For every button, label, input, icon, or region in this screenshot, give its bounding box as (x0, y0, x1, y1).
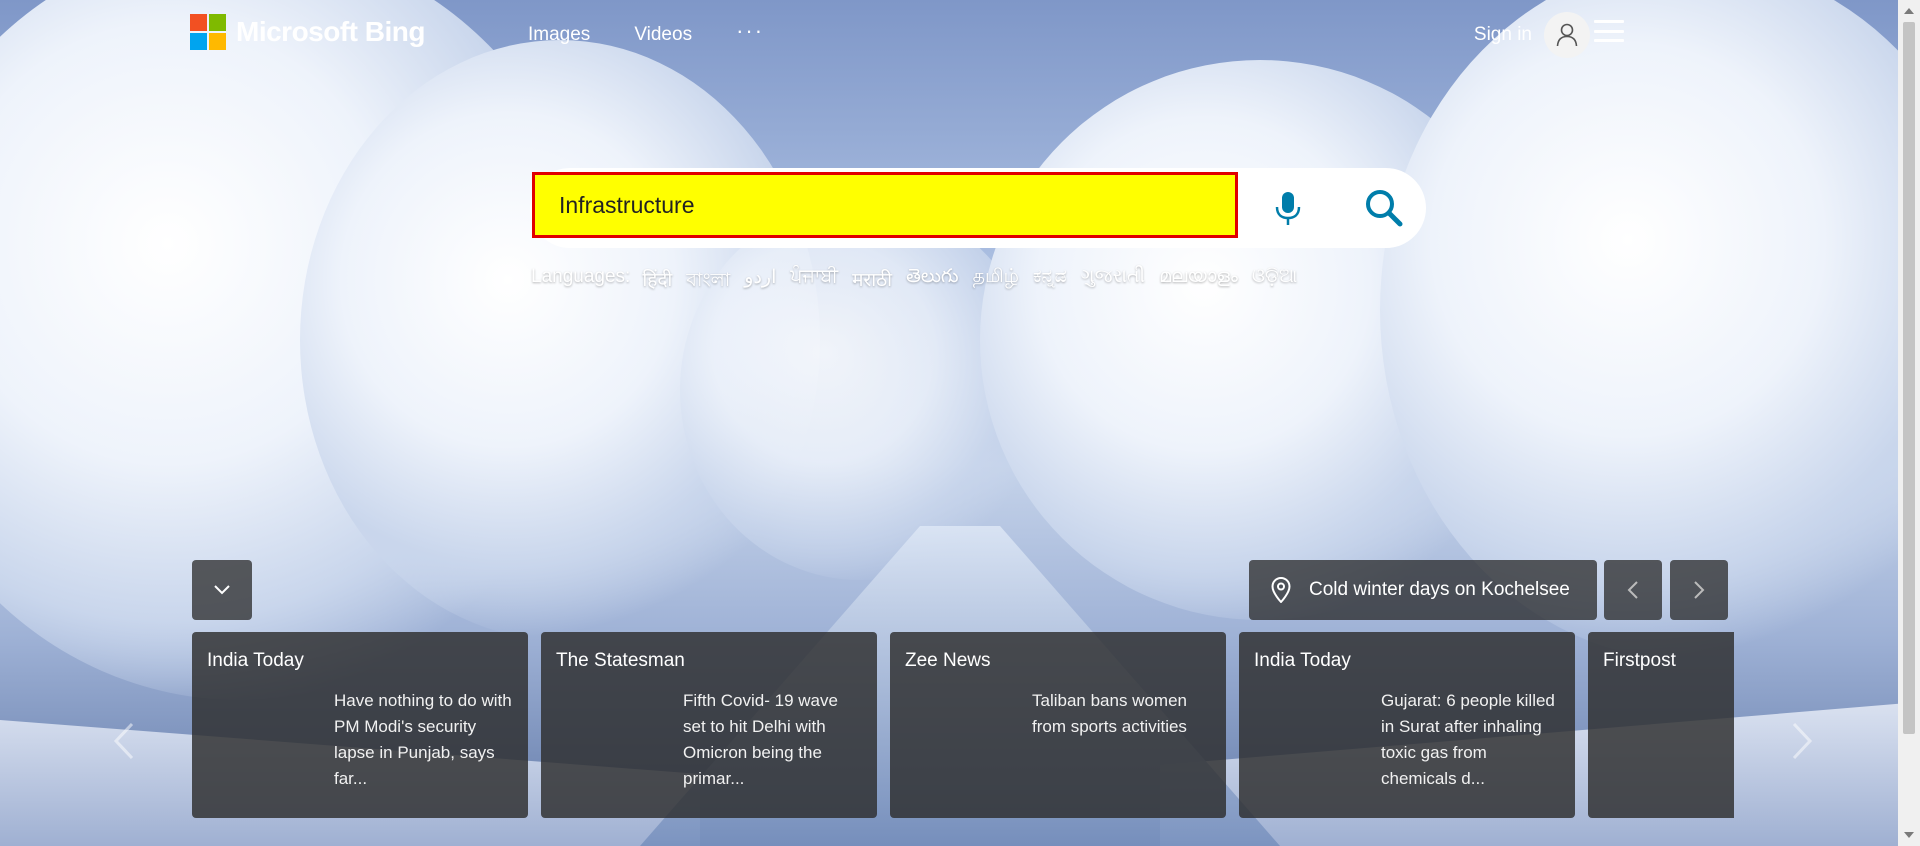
language-link[interactable]: हिंदी (642, 266, 672, 298)
news-source: Firstpost (1603, 650, 1676, 671)
chevron-left-icon (113, 722, 134, 760)
nav-images[interactable]: Images (528, 24, 590, 46)
language-link[interactable]: मराठी (852, 266, 892, 298)
previous-image-button[interactable] (1604, 560, 1662, 620)
news-headline: Have nothing to do with PM Modi's securi… (334, 691, 512, 788)
image-info-button[interactable]: Cold winter days on Kochelsee (1249, 560, 1597, 620)
hamburger-menu-icon[interactable] (1594, 20, 1624, 42)
top-nav: Images Videos ··· (528, 18, 764, 46)
news-next-button[interactable] (1782, 716, 1822, 766)
news-card[interactable]: India Today Gujarat: 6 people killed in … (1239, 632, 1575, 818)
page-scrollbar[interactable] (1898, 0, 1920, 846)
location-pin-icon (1271, 577, 1291, 603)
news-card[interactable]: The Statesman Fifth Covid- 19 wave set t… (541, 632, 877, 818)
news-source: India Today (1254, 650, 1351, 671)
scroll-up-icon[interactable] (1904, 8, 1914, 14)
avatar-icon (1544, 12, 1590, 58)
brand-name: Microsoft Bing (236, 16, 426, 47)
sign-in-label: Sign in (1473, 24, 1532, 45)
search-box (530, 168, 1426, 248)
sign-in-button[interactable]: Sign in (1474, 12, 1590, 58)
news-card[interactable]: Firstpost (1588, 632, 1734, 818)
news-card[interactable]: Zee News Taliban bans women from sports … (890, 632, 1226, 818)
language-link[interactable]: বাংলা (686, 266, 730, 298)
language-link[interactable]: தமிழ் (973, 266, 1019, 298)
bing-logo[interactable]: Microsoft Bing (190, 14, 426, 50)
language-link[interactable]: ਪੰਜਾਬੀ (790, 266, 838, 298)
more-menu-button[interactable]: ··· (736, 18, 764, 46)
chevron-left-icon (1627, 581, 1638, 599)
language-link[interactable]: ગુજરાતી (1081, 266, 1145, 298)
chevron-right-icon (1694, 581, 1705, 599)
nav-videos[interactable]: Videos (634, 24, 692, 46)
news-source: India Today (207, 650, 304, 671)
chevron-down-icon (214, 585, 230, 595)
news-card[interactable]: India Today Have nothing to do with PM M… (192, 632, 528, 818)
news-headline: Taliban bans women from sports activitie… (1032, 691, 1187, 736)
collapse-feed-button[interactable] (192, 560, 252, 620)
scrollbar-thumb[interactable] (1903, 22, 1915, 734)
news-headline: Fifth Covid- 19 wave set to hit Delhi wi… (683, 691, 838, 788)
news-prev-button[interactable] (104, 716, 144, 766)
microphone-icon[interactable] (1268, 188, 1308, 228)
scroll-down-icon[interactable] (1904, 832, 1914, 838)
news-source: Zee News (905, 650, 991, 671)
news-carousel: India Today Have nothing to do with PM M… (192, 632, 1734, 818)
image-caption: Cold winter days on Kochelsee (1309, 579, 1570, 600)
language-link[interactable]: ಕನ್ನಡ (1033, 266, 1067, 298)
languages-bar: Languages: हिंदी বাংলা اردو ਪੰਜਾਬੀ मराठी… (531, 266, 1297, 298)
search-icon[interactable] (1360, 184, 1408, 232)
news-source: The Statesman (556, 650, 685, 671)
language-link[interactable]: తెలుగు (906, 266, 958, 298)
languages-label: Languages: (531, 266, 631, 287)
language-link[interactable]: اردو (744, 266, 776, 298)
next-image-button[interactable] (1670, 560, 1728, 620)
chevron-right-icon (1792, 722, 1813, 760)
language-link[interactable]: ଓଡ଼ିଆ (1252, 266, 1298, 298)
search-input[interactable] (532, 172, 1238, 238)
news-headline: Gujarat: 6 people killed in Surat after … (1381, 691, 1555, 788)
language-link[interactable]: മലയാളം (1159, 266, 1238, 298)
microsoft-logo-icon (190, 14, 226, 50)
